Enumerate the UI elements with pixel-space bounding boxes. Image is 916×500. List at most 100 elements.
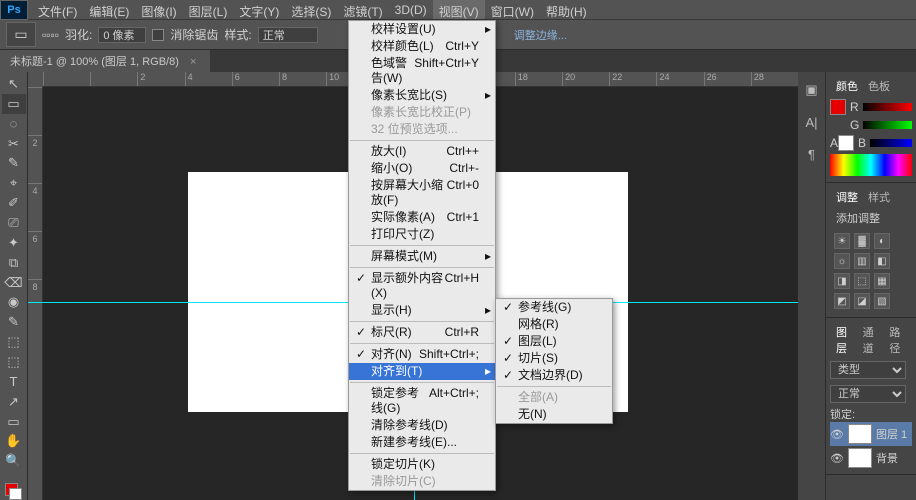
menu-10[interactable]: 帮助(H) [540,0,593,19]
menu-item[interactable]: ✓显示额外内容(X)Ctrl+H [349,270,495,302]
menu-item[interactable]: 按屏幕大小缩放(F)Ctrl+0 [349,177,495,209]
menu-item[interactable]: ✓对齐(N)Shift+Ctrl+; [349,346,495,363]
blend-mode-select[interactable]: 正常 [830,385,906,403]
tool-9[interactable]: ⧉ [2,253,26,273]
current-tool-icon[interactable]: ▭ [6,22,36,47]
visibility-icon[interactable]: 👁 [830,452,844,465]
adj-icon[interactable]: ☼ [834,253,850,269]
submenu-item[interactable]: ✓参考线(G) [496,299,612,316]
g-slider[interactable] [863,121,912,129]
tab-channels[interactable]: 通道 [863,324,880,356]
menu-item[interactable]: ✓标尺(R)Ctrl+R [349,324,495,341]
menu-item[interactable]: 对齐到(T)▸ [349,363,495,380]
tool-5[interactable]: ⌖ [2,173,26,193]
adj-icon[interactable]: ▥ [854,253,870,269]
tool-13[interactable]: ⬚ [2,332,26,352]
layer-row[interactable]: 👁图层 1 [830,422,912,446]
document-tab[interactable]: 未标题-1 @ 100% (图层 1, RGB/8) × [0,50,210,72]
submenu-item[interactable]: ✓切片(S) [496,350,612,367]
menu-item[interactable]: 打印尺寸(Z) [349,226,495,243]
tool-17[interactable]: ▭ [2,412,26,432]
menu-item[interactable]: 放大(I)Ctrl++ [349,143,495,160]
adj-icon[interactable]: ◩ [834,293,850,309]
ruler-vertical[interactable]: 2468 [28,87,43,500]
menu-1[interactable]: 编辑(E) [83,0,135,19]
menu-4[interactable]: 文字(Y) [233,0,285,19]
menu-item[interactable]: 校样颜色(L)Ctrl+Y [349,38,495,55]
menu-2[interactable]: 图像(I) [135,0,182,19]
menu-item[interactable]: 缩小(O)Ctrl+- [349,160,495,177]
style-select[interactable] [258,27,318,43]
tab-color[interactable]: 颜色 [836,78,858,94]
antialias-checkbox[interactable] [152,29,164,41]
tool-18[interactable]: ✋ [2,431,26,451]
menu-item[interactable]: 锁定参考线(G)Alt+Ctrl+; [349,385,495,417]
menu-item[interactable]: 校样设置(U)▸ [349,21,495,38]
tool-14[interactable]: ⬚ [2,352,26,372]
menu-item[interactable]: 清除参考线(D) [349,417,495,434]
b-slider[interactable] [870,139,912,147]
layer-row[interactable]: 👁背景 [830,446,912,470]
tool-15[interactable]: T [2,372,26,392]
tool-16[interactable]: ↗ [2,392,26,412]
menu-9[interactable]: 窗口(W) [485,0,540,19]
menu-7[interactable]: 3D(D) [389,0,433,19]
menu-item[interactable]: 屏幕模式(M)▸ [349,248,495,265]
close-icon[interactable]: × [190,56,196,68]
char-icon[interactable]: A| [802,112,822,132]
bg-swatch[interactable] [838,135,854,151]
menu-item[interactable]: 实际像素(A)Ctrl+1 [349,209,495,226]
submenu-item[interactable]: ✓文档边界(D) [496,367,612,384]
adj-icon[interactable]: ▧ [874,293,890,309]
adj-icon[interactable]: ◨ [834,273,850,289]
menu-item[interactable]: 锁定切片(K) [349,456,495,473]
adj-icon[interactable]: ▓ [854,233,870,249]
tool-3[interactable]: ✂ [2,134,26,154]
color-spectrum[interactable] [830,154,912,176]
tab-layers[interactable]: 图层 [836,324,853,356]
icon-group[interactable]: ▫▫▫▫ [42,28,59,42]
tab-styles[interactable]: 样式 [868,189,890,205]
history-icon[interactable]: ▣ [802,80,822,100]
menu-0[interactable]: 文件(F) [32,0,83,19]
adj-icon[interactable]: ◪ [854,293,870,309]
tool-10[interactable]: ⌫ [2,273,26,293]
layer-thumb[interactable] [848,424,872,444]
adj-icon[interactable]: ◧ [874,253,890,269]
menu-item[interactable]: 新建参考线(E)... [349,434,495,451]
tool-4[interactable]: ✎ [2,153,26,173]
tool-8[interactable]: ✦ [2,233,26,253]
adj-icon[interactable]: ☀ [834,233,850,249]
tool-2[interactable]: ◌ [2,114,26,134]
tab-adjust[interactable]: 调整 [836,189,858,205]
menu-item[interactable]: 色域警告(W)Shift+Ctrl+Y [349,55,495,87]
layer-thumb[interactable] [848,448,872,468]
tool-1[interactable]: ▭ [2,94,26,114]
menu-8[interactable]: 视图(V) [433,0,485,19]
menu-3[interactable]: 图层(L) [183,0,234,19]
menu-item[interactable]: 显示(H)▸ [349,302,495,319]
adj-icon[interactable]: ◐ [874,233,890,249]
tool-12[interactable]: ✎ [2,312,26,332]
tool-6[interactable]: ✐ [2,193,26,213]
menu-5[interactable]: 选择(S) [285,0,337,19]
tool-11[interactable]: ◉ [2,292,26,312]
fg-swatch[interactable] [830,99,846,115]
tab-swatches[interactable]: 色板 [868,78,890,94]
submenu-item[interactable]: ✓图层(L) [496,333,612,350]
tool-19[interactable]: 🔍 [2,451,26,471]
tool-7[interactable]: ⎚ [2,213,26,233]
layer-kind-select[interactable]: 类型 [830,361,906,379]
adj-icon[interactable]: ⬚ [854,273,870,289]
refine-edge-link[interactable]: 调整边缘... [514,27,567,43]
menu-item[interactable]: 像素长宽比(S)▸ [349,87,495,104]
tool-0[interactable]: ↖ [2,74,26,94]
adj-icon[interactable]: ▦ [874,273,890,289]
visibility-icon[interactable]: 👁 [830,428,844,441]
bg-color[interactable] [9,488,22,500]
feather-input[interactable] [98,27,146,43]
menu-6[interactable]: 滤镜(T) [337,0,388,19]
r-slider[interactable] [863,103,912,111]
submenu-item[interactable]: 无(N) [496,406,612,423]
tab-paths[interactable]: 路径 [889,324,906,356]
